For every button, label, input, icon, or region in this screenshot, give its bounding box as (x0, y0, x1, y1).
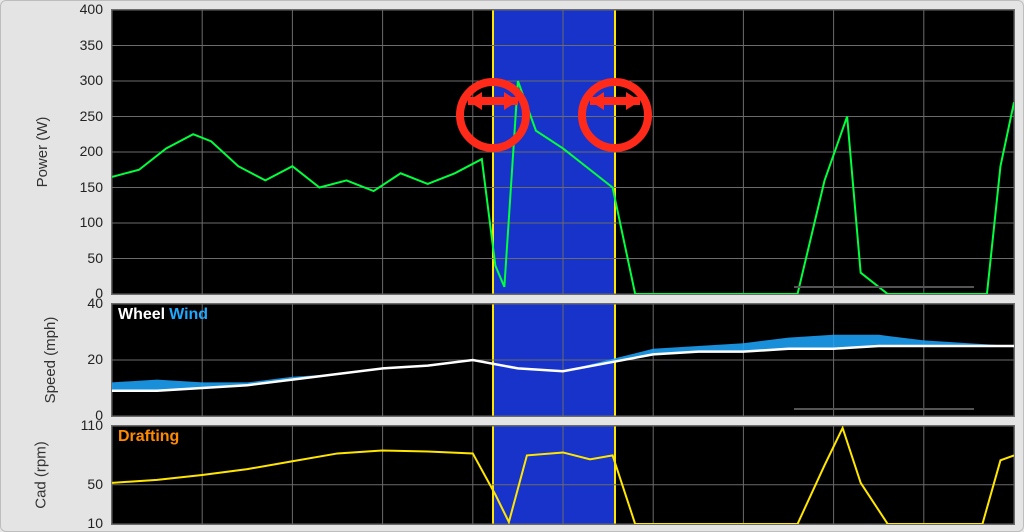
yticks-cad: 1050110 (37, 425, 109, 525)
mini-scroll-track (794, 408, 974, 410)
speed-lines (112, 304, 1014, 416)
ytick: 50 (87, 250, 103, 266)
mini-scroll-track (794, 286, 974, 288)
ytick: 200 (80, 143, 103, 159)
panel-cadence: Cad (rpm) 1050110 Drafting (11, 425, 1015, 525)
panel-power: Power (W) 050100150200250300350400 (11, 9, 1015, 295)
ytick: 10 (87, 515, 103, 531)
plot-power[interactable] (111, 9, 1015, 295)
power-line (112, 10, 1014, 294)
drag-left-indicator-icon (456, 78, 530, 152)
plot-cadence[interactable]: Drafting (111, 425, 1015, 525)
ytick: 100 (80, 214, 103, 230)
chart-frame: Power (W) 050100150200250300350400 (0, 0, 1024, 532)
ytick: 150 (80, 179, 103, 195)
yticks-power: 050100150200250300350400 (37, 9, 109, 295)
ytick: 250 (80, 108, 103, 124)
ytick: 300 (80, 72, 103, 88)
cadence-line (112, 426, 1014, 524)
ytick: 50 (87, 476, 103, 492)
panel-speed: Speed (mph) 02040 WheelWind (11, 303, 1015, 417)
yticks-speed: 02040 (37, 303, 109, 417)
drag-right-indicator-icon (578, 78, 652, 152)
ytick: 40 (87, 295, 103, 311)
ytick: 400 (80, 1, 103, 17)
ytick: 20 (87, 351, 103, 367)
ytick: 350 (80, 37, 103, 53)
ytick: 110 (81, 417, 103, 433)
plot-speed[interactable]: WheelWind (111, 303, 1015, 417)
chart-stack: Power (W) 050100150200250300350400 (11, 9, 1015, 525)
